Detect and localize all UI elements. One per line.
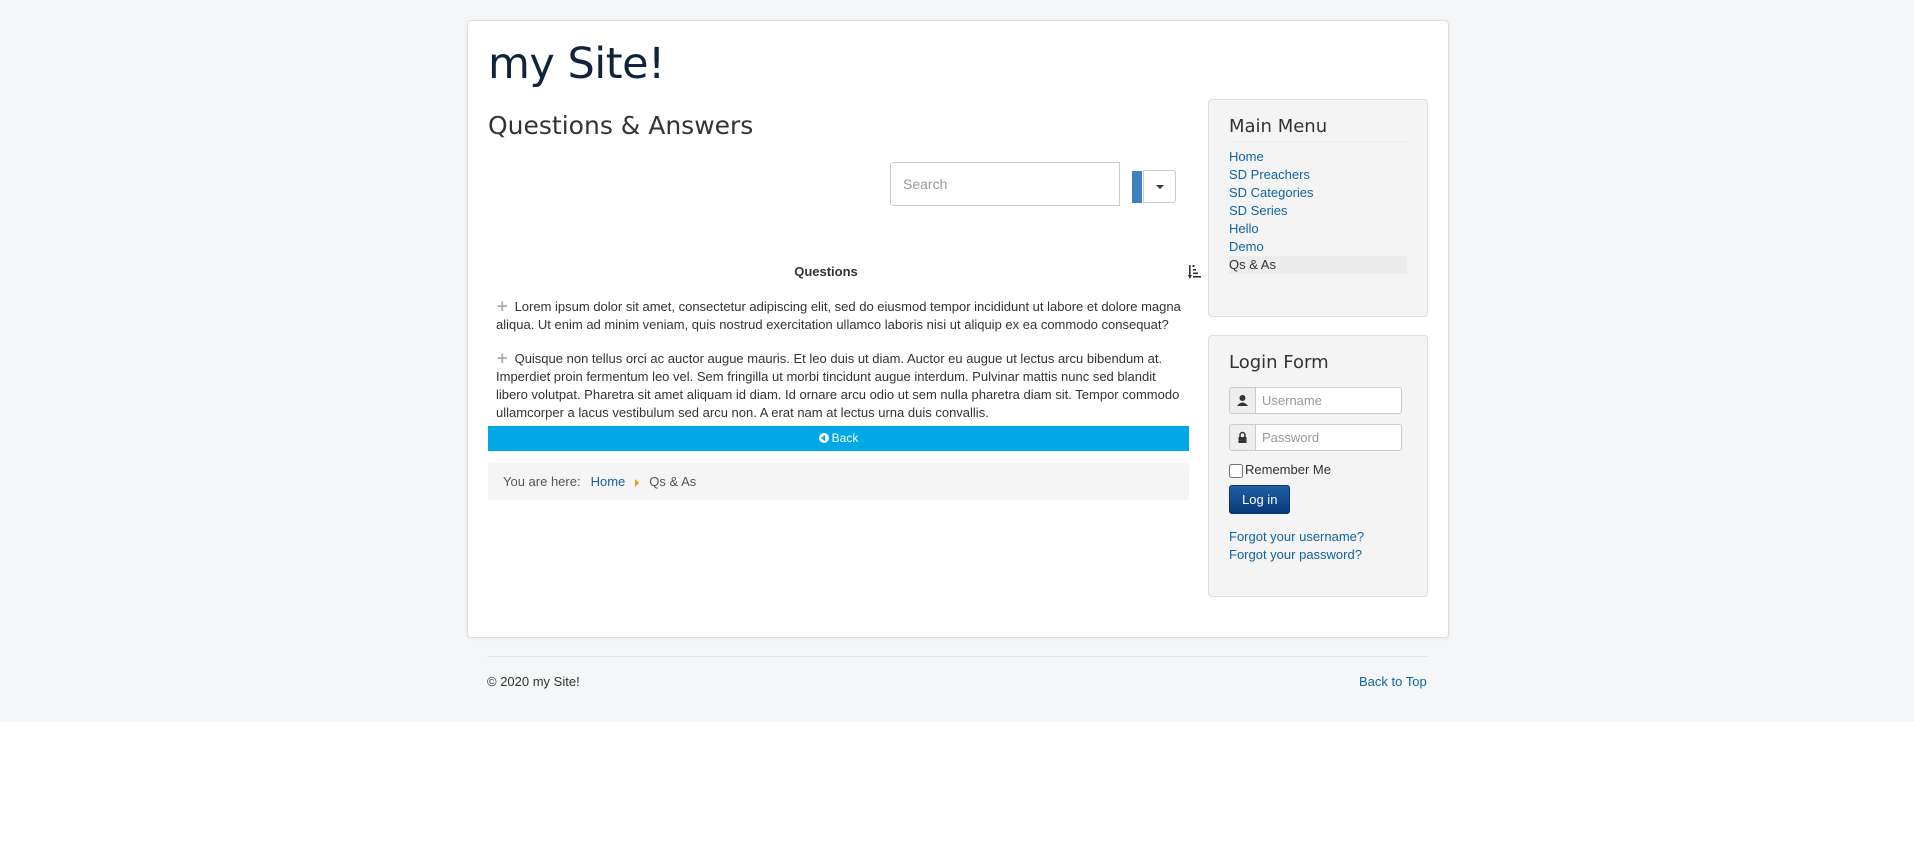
remember-me-label: Remember Me [1245,462,1331,477]
breadcrumb-separator-icon [635,478,640,487]
login-form-title: Login Form [1229,352,1329,373]
login-form-module: Login Form Remember Me Log in Forgot you… [1208,335,1428,597]
breadcrumb: You are here: Home Qs & As [488,463,1189,500]
password-field[interactable] [1256,424,1402,451]
search-dropdown-toggle[interactable] [1143,170,1176,203]
main-menu-module: Main Menu Home SD Preachers SD Categorie… [1208,99,1428,317]
question-item[interactable]: + Lorem ipsum dolor sit amet, consectetur… [496,298,1188,334]
back-button-label: Back [831,431,859,445]
menu-item-demo[interactable]: Demo [1229,238,1407,256]
back-to-top-link[interactable]: Back to Top [1359,674,1427,689]
login-button[interactable]: Log in [1229,485,1291,514]
menu-item-home[interactable]: Home [1229,148,1407,166]
question-text: Quisque non tellus orci ac auctor augue … [496,351,1180,420]
user-icon [1229,387,1256,414]
password-group [1229,424,1407,451]
sort-icon[interactable] [1188,264,1202,280]
footer-copyright: © 2020 my Site! [487,674,580,689]
questions-header: Questions [488,264,1201,284]
question-text: Lorem ipsum dolor sit amet, consectetur … [496,299,1181,332]
caret-down-icon [1156,185,1164,189]
footer-divider [487,656,1428,657]
breadcrumb-current: Qs & As [649,474,697,489]
forgot-password-link[interactable]: Forgot your password? [1229,546,1407,564]
menu-item-sd-categories[interactable]: SD Categories [1229,184,1407,202]
username-field[interactable] [1256,387,1402,414]
search-input[interactable] [890,162,1120,206]
username-group [1229,387,1407,414]
back-button[interactable]: Back [488,426,1189,451]
breadcrumb-prefix: You are here: [503,474,581,489]
main-menu-title: Main Menu [1229,116,1407,142]
lock-icon [1229,424,1256,451]
expand-plus-icon[interactable]: + [496,351,509,366]
expand-plus-icon[interactable]: + [496,299,509,314]
menu-item-sd-preachers[interactable]: SD Preachers [1229,166,1407,184]
site-brand[interactable]: my Site! [488,39,665,89]
search-button[interactable] [1132,171,1142,203]
circle-arrow-left-icon [818,433,829,443]
forgot-username-link[interactable]: Forgot your username? [1229,528,1407,546]
question-item[interactable]: + Quisque non tellus orci ac auctor augue… [496,350,1188,422]
main-container: my Site! Questions & Answers Questions +… [467,20,1449,638]
breadcrumb-home-link[interactable]: Home [591,474,626,489]
questions-header-label: Questions [794,264,858,279]
menu-item-sd-series[interactable]: SD Series [1229,202,1407,220]
page-title: Questions & Answers [488,111,754,140]
remember-me-row: Remember Me [1229,461,1407,479]
menu-item-qs-as[interactable]: Qs & As [1229,256,1407,274]
menu-item-hello[interactable]: Hello [1229,220,1407,238]
remember-me-checkbox[interactable] [1229,464,1243,478]
